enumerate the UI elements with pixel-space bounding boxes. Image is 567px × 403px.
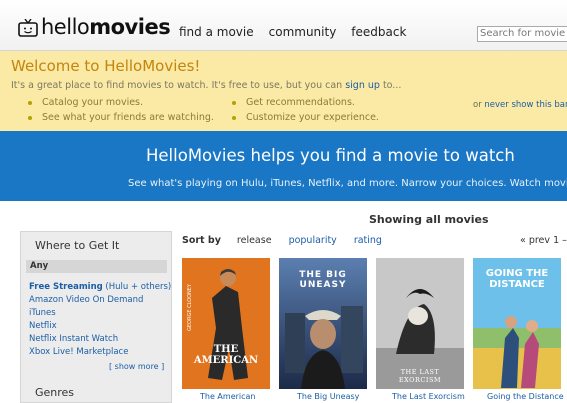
logo-text-bold: movies: [89, 15, 171, 39]
welcome-title: Welcome to HelloMovies!: [11, 57, 201, 75]
top-header: hellomovies find a movie community feedb…: [0, 0, 567, 51]
poster-title: THE BIG UNEASY: [299, 270, 347, 290]
sort-by-label: Sort by: [182, 235, 221, 246]
bullet-text: Get recommendations.: [246, 97, 355, 108]
filter-free-streaming[interactable]: Free Streaming (Hulu + others): [29, 282, 171, 292]
show-more-link[interactable]: [ show more ]: [109, 362, 164, 371]
welcome-intro: It's a great place to find movies to wat…: [11, 80, 401, 91]
filter-sidebar: Where to Get It Any Free Streaming (Hulu…: [20, 231, 172, 403]
banner-headline: HelloMovies helps you find a movie to wa…: [146, 146, 515, 165]
banner-subtext: See what's playing on Hulu, iTunes, Netf…: [128, 178, 567, 189]
nav-feedback[interactable]: feedback: [351, 25, 406, 39]
logo-text-light: hello: [41, 15, 90, 39]
intro-suffix: to...: [379, 80, 402, 91]
movie-poster-the-big-uneasy[interactable]: THE BIG UNEASY: [279, 258, 367, 389]
sort-popularity[interactable]: popularity: [289, 235, 337, 246]
sort-bar: Sort by release popularity rating: [182, 235, 399, 246]
promo-banner: HelloMovies helps you find a movie to wa…: [0, 131, 567, 201]
intro-text: It's a great place to find movies to wat…: [11, 80, 346, 91]
poster-title: THE LAST EXORCISM: [398, 368, 442, 384]
sort-rating[interactable]: rating: [354, 235, 382, 246]
sign-up-link[interactable]: sign up: [345, 80, 380, 91]
hellomovies-logo[interactable]: hellomovies: [18, 15, 171, 39]
dismiss-banner: or never show this banner: [473, 100, 567, 110]
free-streaming-detail: (Hulu + others): [102, 282, 172, 292]
movie-poster-the-last-exorcism[interactable]: THE LAST EXORCISM: [376, 258, 464, 389]
bullet-icon: [232, 100, 236, 105]
free-streaming-label: Free Streaming: [29, 282, 103, 292]
movie-poster-the-american[interactable]: GEORGE CLOONEY THE AMERICAN: [182, 258, 270, 389]
page-indicator: 1 –: [553, 235, 567, 246]
bullet-icon: [28, 100, 32, 105]
poster-title: THE AMERICAN: [193, 344, 259, 366]
dismiss-prefix: or: [473, 100, 485, 110]
prev-page-link[interactable]: « prev: [520, 235, 550, 246]
pagination: « prev 1 –: [520, 235, 567, 246]
bullet-icon: [232, 115, 236, 120]
bullet-text: See what your friends are watching.: [42, 112, 214, 123]
where-to-get-it-title: Where to Get It: [35, 239, 120, 252]
bullet-item: Get recommendations.: [232, 97, 355, 108]
filter-xbox-live[interactable]: Xbox Live! Marketplace: [29, 347, 128, 357]
bullet-text: Customize your experience.: [246, 112, 379, 123]
poster-title: GOING THE DISTANCE: [485, 268, 549, 290]
bullet-item: Customize your experience.: [232, 112, 379, 123]
filter-netflix-instant[interactable]: Netflix Instant Watch: [29, 334, 118, 344]
nav-community[interactable]: community: [269, 25, 337, 39]
search-input[interactable]: [477, 26, 567, 42]
movie-poster-going-the-distance[interactable]: GOING THE DISTANCE: [473, 258, 561, 389]
bullet-text: Catalog your movies.: [42, 97, 144, 108]
never-show-banner-link[interactable]: never show this banner: [484, 100, 567, 110]
genres-title: Genres: [35, 386, 75, 399]
filter-netflix[interactable]: Netflix: [29, 321, 57, 331]
bullet-item: Catalog your movies.: [28, 97, 143, 108]
filter-amazon-video[interactable]: Amazon Video On Demand: [29, 295, 143, 305]
results-heading: Showing all movies: [369, 213, 489, 226]
bullet-item: See what your friends are watching.: [28, 112, 214, 123]
filter-any[interactable]: Any: [26, 260, 167, 273]
logo-text: hellomovies: [41, 15, 171, 39]
filter-itunes[interactable]: iTunes: [29, 308, 56, 318]
nav-find-a-movie[interactable]: find a movie: [179, 25, 254, 39]
welcome-panel: Welcome to HelloMovies! It's a great pla…: [0, 51, 567, 131]
bullet-icon: [28, 115, 32, 120]
poster-tagline: GEORGE CLOONEY: [187, 284, 193, 331]
tv-icon: [18, 18, 38, 37]
main-nav: find a movie community feedback: [179, 25, 406, 39]
sort-release[interactable]: release: [237, 235, 272, 246]
